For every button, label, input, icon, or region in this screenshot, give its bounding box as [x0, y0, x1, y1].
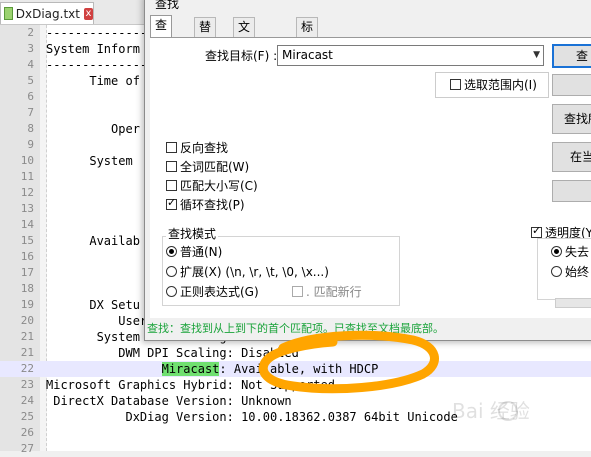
whole-word-checkbox[interactable]	[166, 160, 177, 172]
line-number: 21	[20, 346, 34, 359]
tab-mark[interactable]: 标记	[296, 17, 319, 53]
mode-extended[interactable]: 扩展(X) (\n, \r, \t, \0, \x...)	[166, 262, 329, 280]
transparency-always[interactable]: 始终	[551, 262, 589, 280]
code-line: 27	[0, 441, 591, 457]
line-number: 7	[27, 106, 34, 119]
option-wrap-around[interactable]: 循环查找(P)	[166, 195, 245, 213]
in-selection-option[interactable]: 选取范围内(I)	[450, 75, 537, 93]
line-number: 25	[20, 410, 34, 423]
find-target-label: 查找目标(F) :	[205, 49, 278, 63]
line-number: 20	[20, 314, 34, 327]
transparency-on-lose-focus[interactable]: 失去	[551, 242, 589, 260]
match-case-label: 匹配大小写(C)	[180, 178, 258, 193]
line-number: 5	[27, 74, 34, 87]
line-text: System Inform	[46, 42, 140, 56]
wrap-around-label: 循环查找(P)	[180, 197, 245, 212]
close-button[interactable]	[552, 180, 591, 202]
transparency-slider[interactable]	[555, 298, 591, 308]
lose-focus-label: 失去	[565, 244, 590, 259]
file-tab-label: DxDiag.txt	[15, 6, 80, 21]
extended-label: 扩展(X) (\n, \r, \t, \0, \x...)	[180, 264, 329, 279]
line-number: 24	[20, 394, 34, 407]
newline-checkbox[interactable]	[292, 285, 303, 297]
file-tab[interactable]: DxDiag.txt x	[0, 2, 94, 24]
tab-replace[interactable]: 替换	[194, 17, 217, 53]
find-in-current-button[interactable]: 在当	[552, 142, 591, 172]
option-backward[interactable]: 反向查找	[166, 138, 228, 156]
line-number: 9	[27, 138, 34, 151]
find-all-button[interactable]: 查找所	[552, 104, 591, 134]
normal-label: 普通(N)	[180, 244, 223, 259]
option-match-case[interactable]: 匹配大小写(C)	[166, 176, 258, 194]
line-text: Oper	[46, 122, 140, 136]
extended-radio[interactable]	[166, 265, 177, 277]
line-number: 27	[20, 442, 34, 455]
find-input-value: Miracast	[282, 48, 333, 62]
whole-word-label: 全词匹配(W)	[180, 159, 250, 174]
line-number: 22	[20, 362, 34, 375]
orange-scribble-annotation	[258, 330, 439, 394]
line-number: 16	[20, 250, 34, 263]
line-number: 18	[20, 282, 34, 295]
line-number: 2	[27, 26, 34, 39]
tab-find[interactable]: 查找	[150, 15, 173, 51]
line-number: 13	[20, 202, 34, 215]
always-label: 始终	[565, 264, 590, 279]
line-number: 6	[27, 90, 34, 103]
line-text: Time of	[46, 74, 140, 88]
close-icon[interactable]: x	[83, 7, 93, 20]
line-number: 4	[27, 58, 34, 71]
in-selection-label: 选取范围内(I)	[464, 77, 537, 92]
line-number: 3	[27, 42, 34, 55]
regex-label: 正则表达式(G)	[180, 284, 259, 299]
watermark-logo: Bai 经验	[452, 399, 530, 423]
line-number: 8	[27, 122, 34, 135]
line-text: DX Setu	[46, 298, 140, 312]
find-dialog: 查找 查找 替换 文件查找 标记 查找目标(F) : Miracast ▼ 查 …	[144, 0, 591, 341]
line-number: 23	[20, 378, 34, 391]
search-mode-title: 查找模式	[166, 225, 219, 242]
chevron-down-icon[interactable]: ▼	[533, 50, 540, 60]
in-selection-checkbox[interactable]	[450, 78, 461, 90]
transparency-checkbox[interactable]	[531, 224, 542, 238]
line-number: 26	[20, 426, 34, 439]
line-text: User	[46, 314, 148, 328]
line-number: 15	[20, 234, 34, 247]
find-input[interactable]: Miracast ▼	[277, 45, 544, 66]
search-match-highlight: Miracast	[161, 362, 220, 376]
file-icon	[4, 7, 13, 20]
option-newline[interactable]: . 匹配新行	[292, 282, 362, 300]
always-radio[interactable]	[551, 265, 562, 277]
line-text: System	[46, 154, 133, 168]
line-number: 11	[20, 170, 34, 183]
tab-find-in-files[interactable]: 文件查找	[233, 17, 256, 91]
backward-checkbox[interactable]	[166, 141, 177, 153]
line-number: 10	[20, 154, 34, 167]
lose-focus-radio[interactable]	[551, 245, 562, 257]
wrap-around-checkbox[interactable]	[166, 196, 177, 210]
regex-radio[interactable]	[166, 285, 177, 297]
line-number: 12	[20, 186, 34, 199]
line-number: 19	[20, 298, 34, 311]
line-text: DxDiag Version: 10.00.18362.0387 64bit U…	[46, 410, 458, 424]
match-case-checkbox[interactable]	[166, 179, 177, 191]
find-panel: 查找目标(F) : Miracast ▼ 查 选取范围内(I) 查找所 在当 反…	[150, 37, 591, 318]
svg-text:Bai 经验: Bai 经验	[452, 399, 530, 423]
find-next-button[interactable]: 查	[552, 44, 591, 68]
line-text: Availab	[46, 234, 140, 248]
line-number: 21	[20, 330, 34, 343]
line-number: 17	[20, 266, 34, 279]
option-whole-word[interactable]: 全词匹配(W)	[166, 157, 249, 175]
line-number: 14	[20, 218, 34, 231]
backward-label: 反向查找	[180, 140, 229, 155]
normal-radio[interactable]	[166, 245, 177, 257]
count-button[interactable]	[552, 74, 591, 96]
mode-normal[interactable]: 普通(N)	[166, 242, 222, 260]
dialog-title: 查找	[155, 0, 180, 11]
newline-label: . 匹配新行	[306, 284, 362, 299]
mode-regex[interactable]: 正则表达式(G)	[166, 282, 259, 300]
